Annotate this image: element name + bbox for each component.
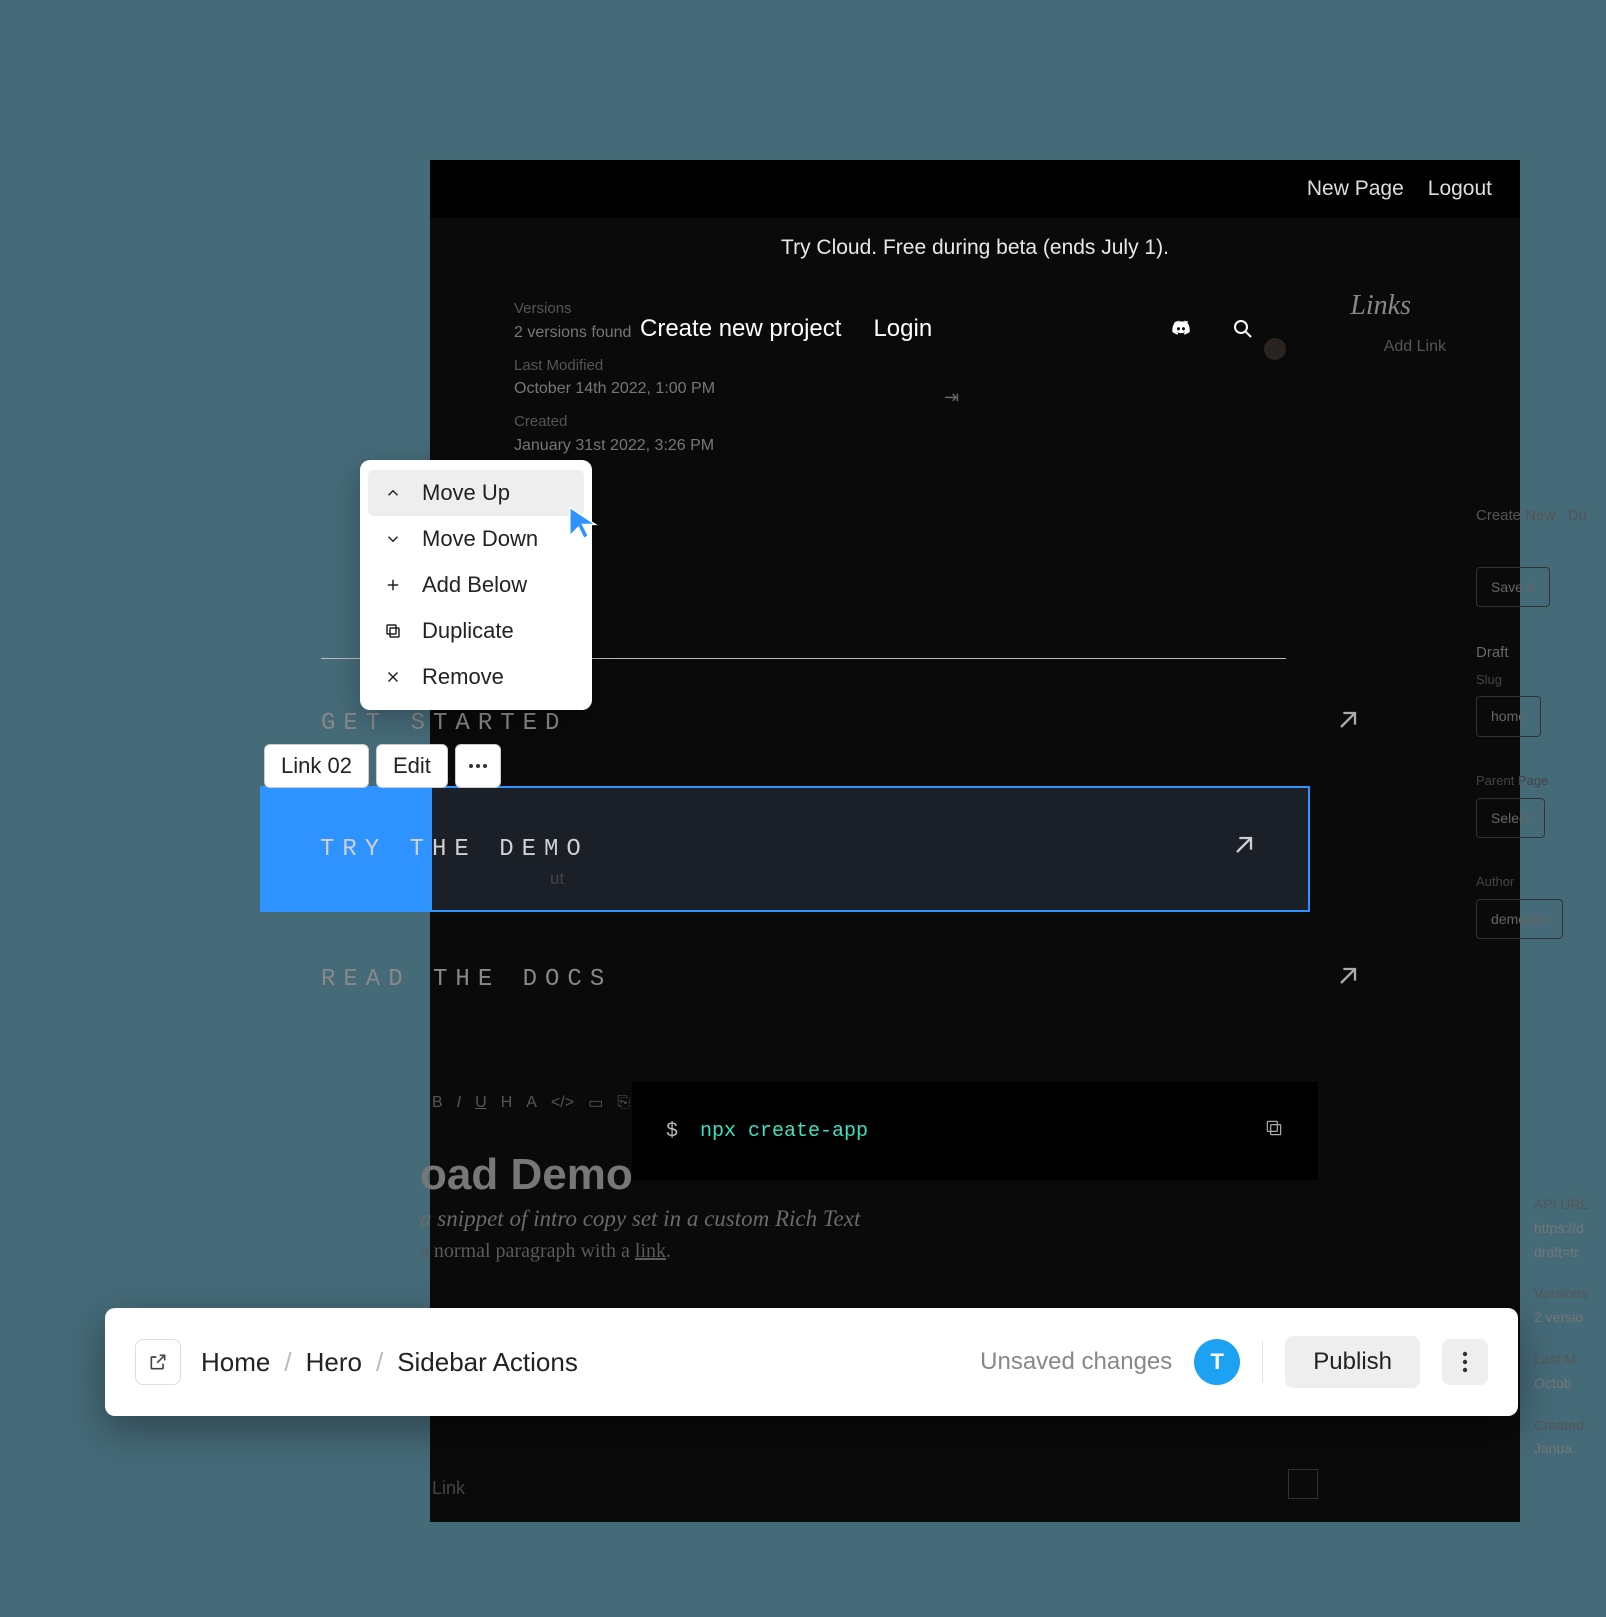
- bold-icon[interactable]: B: [432, 1094, 443, 1112]
- discord-icon[interactable]: [1166, 314, 1196, 344]
- versions-label: Versions: [1534, 1282, 1604, 1306]
- edit-button[interactable]: Edit: [376, 744, 448, 788]
- chevron-down-icon: [382, 530, 404, 548]
- last-modified-value: Octob: [1534, 1372, 1604, 1396]
- breadcrumb-item[interactable]: Home: [201, 1347, 270, 1378]
- created-label: Created: [1534, 1414, 1604, 1438]
- copy-icon: [382, 622, 404, 640]
- links-heading: Links: [1350, 290, 1411, 322]
- breadcrumb: Home / Hero / Sidebar Actions: [201, 1347, 578, 1378]
- bottom-toolbar: Home / Hero / Sidebar Actions Unsaved ch…: [105, 1308, 1518, 1416]
- open-external-button[interactable]: [135, 1339, 181, 1385]
- search-icon[interactable]: [1228, 314, 1258, 344]
- link-icon[interactable]: ⎘: [617, 1094, 630, 1112]
- x-icon: [382, 668, 404, 686]
- demo-intro: a snippet of intro copy set in a custom …: [420, 1206, 860, 1232]
- divider: [1262, 1341, 1263, 1383]
- draft-param: draft=tr: [1534, 1241, 1604, 1265]
- chevron-up-icon: [382, 484, 404, 502]
- login-link[interactable]: Login: [873, 315, 932, 343]
- last-modified-label: Last Modified: [514, 355, 1500, 378]
- code-icon[interactable]: </>: [551, 1094, 574, 1112]
- meta-sidebar-faint: API URL https://d draft=tr Versions 2 ve…: [1534, 1193, 1604, 1461]
- cursor-icon: [567, 504, 601, 547]
- rich-text-toolbar: B I U H A </> ▭ ⎘: [432, 1093, 630, 1113]
- italic-icon[interactable]: I: [457, 1094, 461, 1112]
- out-label-faint: ut: [550, 869, 564, 889]
- menu-label: Add Below: [422, 572, 527, 598]
- save-button[interactable]: Save d: [1476, 567, 1550, 608]
- slug-label: Slug: [1476, 668, 1598, 693]
- copy-icon[interactable]: [1264, 1118, 1284, 1145]
- link-label: GET STARTED: [321, 710, 567, 737]
- user-avatar[interactable]: T: [1194, 1339, 1240, 1385]
- terminal-command: npx create-app: [700, 1120, 868, 1143]
- add-link-button[interactable]: Add Link: [1384, 338, 1446, 356]
- image-icon[interactable]: ▭: [588, 1093, 603, 1113]
- created-label: Created: [514, 411, 1500, 434]
- draft-status: Draft: [1476, 639, 1598, 668]
- slug-value[interactable]: home: [1476, 696, 1541, 737]
- plus-icon: [382, 576, 404, 594]
- menu-duplicate[interactable]: Duplicate: [368, 608, 584, 654]
- new-page-link[interactable]: New Page: [1307, 177, 1404, 201]
- menu-remove[interactable]: Remove: [368, 654, 584, 700]
- parent-page-label: Parent Page: [1476, 769, 1598, 794]
- publish-button[interactable]: Publish: [1285, 1336, 1420, 1388]
- link-row-read-docs[interactable]: READ THE DOCS: [321, 915, 1362, 1045]
- heading-icon[interactable]: H: [501, 1094, 513, 1112]
- element-chips: Link 02 Edit: [264, 744, 501, 788]
- selection-highlight: [260, 786, 432, 910]
- create-new-button[interactable]: Create New: [1476, 507, 1555, 524]
- demo-paragraph: a normal paragraph with a link.: [420, 1240, 860, 1263]
- breadcrumb-separator: /: [376, 1347, 383, 1378]
- menu-add-below[interactable]: Add Below: [368, 562, 584, 608]
- element-name-chip[interactable]: Link 02: [264, 744, 369, 788]
- last-modified-value: October 14th 2022, 1:00 PM: [514, 377, 1500, 401]
- exit-icon[interactable]: ⇥: [944, 387, 959, 408]
- terminal-block: $ npx create-app: [632, 1082, 1318, 1180]
- menu-label: Remove: [422, 664, 504, 690]
- context-menu: Move Up Move Down Add Below Duplicate Re…: [360, 460, 592, 710]
- last-modified-label: Last M: [1534, 1348, 1604, 1372]
- logout-link[interactable]: Logout: [1428, 177, 1492, 201]
- parent-page-select[interactable]: Select: [1476, 798, 1545, 839]
- versions-value: 2 versio: [1534, 1306, 1604, 1330]
- duplicate-button[interactable]: Du: [1568, 507, 1587, 524]
- more-menu-button[interactable]: [1442, 1339, 1488, 1385]
- link-text-faint: Link: [432, 1478, 465, 1499]
- underline-icon[interactable]: U: [475, 1094, 487, 1112]
- created-value: Janua: [1534, 1437, 1604, 1461]
- breadcrumb-separator: /: [284, 1347, 291, 1378]
- author-value[interactable]: demo@p: [1476, 899, 1563, 940]
- api-url-value: https://d: [1534, 1217, 1604, 1241]
- breadcrumb-item[interactable]: Sidebar Actions: [397, 1347, 578, 1378]
- link-label: READ THE DOCS: [321, 966, 612, 993]
- create-project-link[interactable]: Create new project: [640, 315, 841, 343]
- arrow-icon: [1334, 962, 1362, 998]
- avatar-icon: [1264, 338, 1286, 360]
- created-value: January 31st 2022, 3:26 PM: [514, 434, 1500, 458]
- promo-banner: Try Cloud. Free during beta (ends July 1…: [430, 218, 1520, 278]
- right-sidebar: Create New Du Save d Draft Slug home Par…: [1476, 502, 1606, 971]
- arrow-icon: [1334, 706, 1362, 742]
- menu-label: Duplicate: [422, 618, 514, 644]
- menu-label: Move Up: [422, 480, 510, 506]
- font-icon[interactable]: A: [526, 1094, 537, 1112]
- terminal-prompt: $: [666, 1120, 678, 1143]
- top-nav: New Page Logout: [430, 160, 1520, 218]
- menu-label: Move Down: [422, 526, 538, 552]
- breadcrumb-item[interactable]: Hero: [306, 1347, 362, 1378]
- box-outline-faint: [1288, 1469, 1318, 1499]
- menu-move-up[interactable]: Move Up: [368, 470, 584, 516]
- api-url-label: API URL: [1534, 1193, 1604, 1217]
- more-options-button[interactable]: [455, 744, 501, 788]
- arrow-icon: [1230, 831, 1258, 867]
- menu-move-down[interactable]: Move Down: [368, 516, 584, 562]
- mid-nav: Create new project Login: [640, 314, 1258, 344]
- save-status: Unsaved changes: [980, 1348, 1172, 1376]
- author-label: Author: [1476, 870, 1598, 895]
